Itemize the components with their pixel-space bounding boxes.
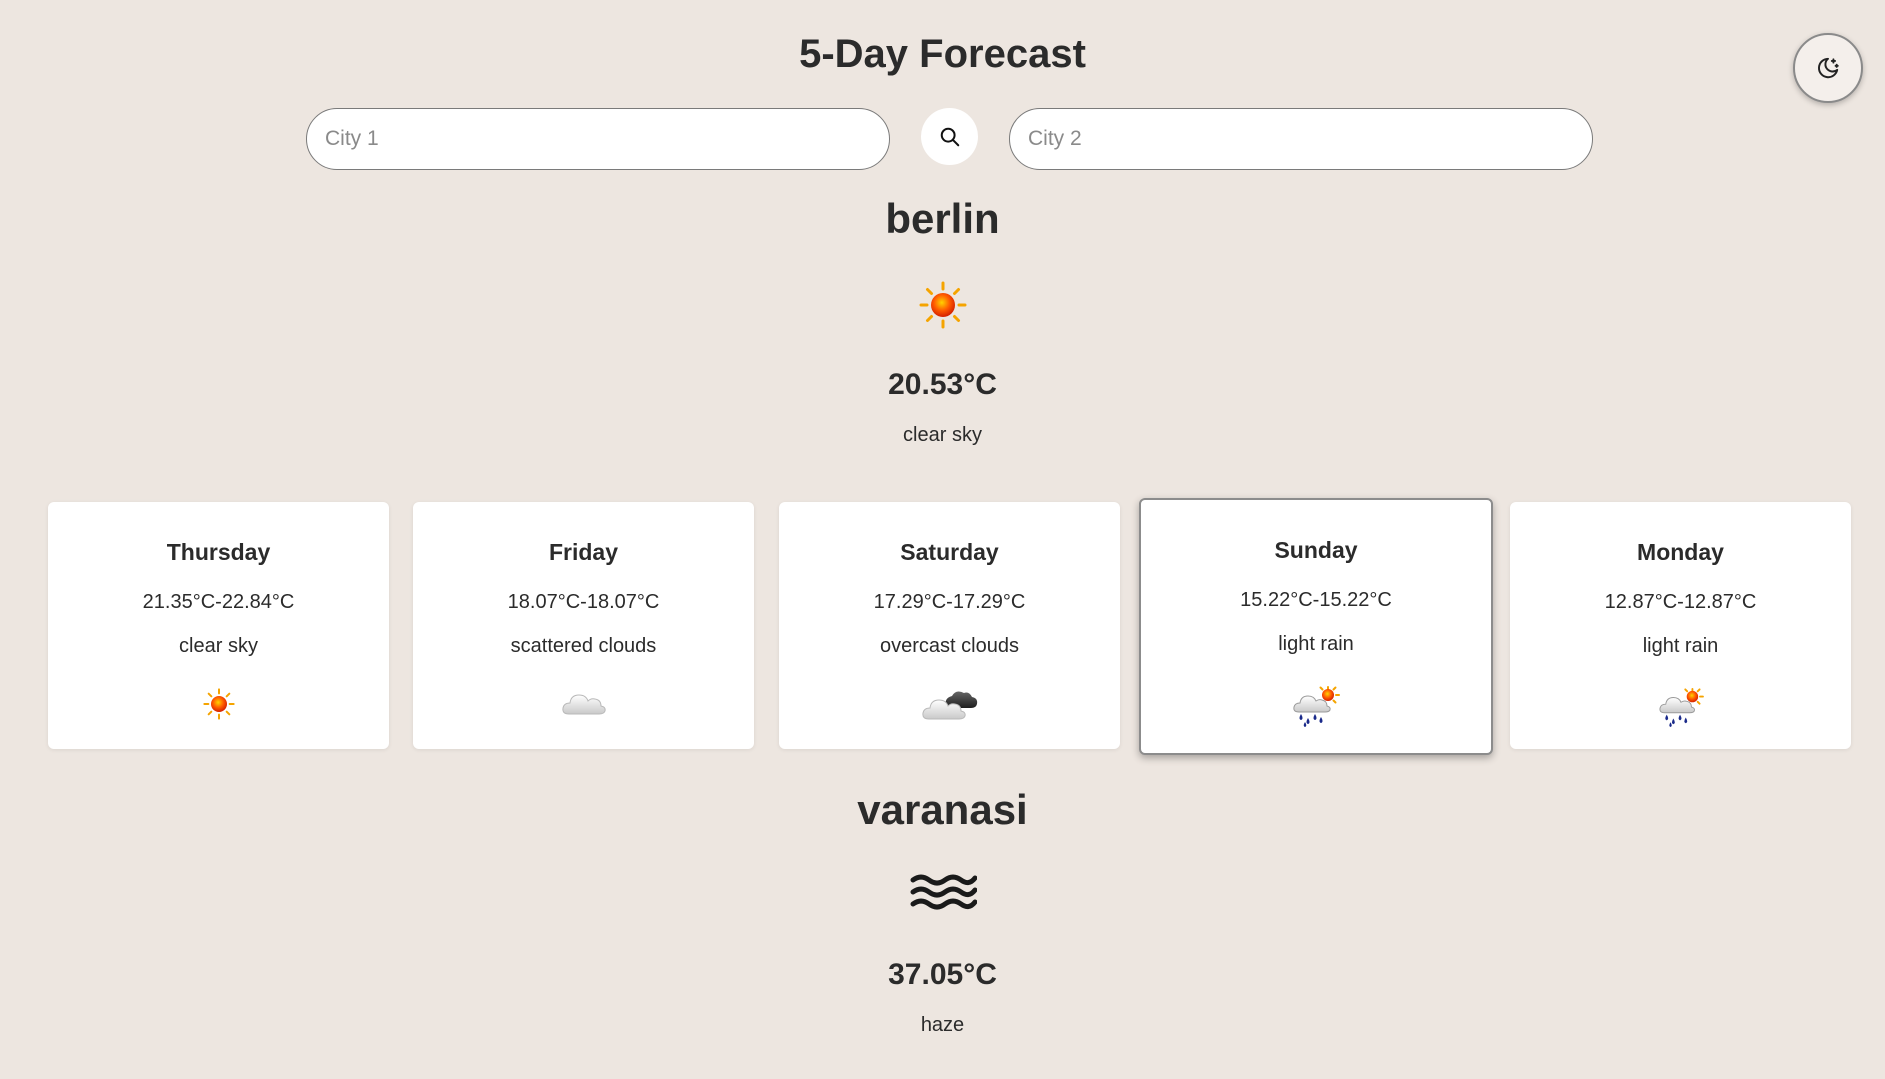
forecast-card-thursday[interactable]: Thursday 21.35°C-22.84°C clear sky xyxy=(48,502,389,749)
day-name: Sunday xyxy=(1274,537,1358,563)
city-name: varanasi xyxy=(857,786,1028,833)
day-description: overcast clouds xyxy=(880,635,1019,657)
day-name: Friday xyxy=(548,539,619,565)
day-temperature-range: 21.35°C-22.84°C xyxy=(142,591,295,613)
moon-stars-icon xyxy=(1818,57,1839,79)
current-temperature: 37.05°C xyxy=(888,958,997,991)
day-description: light rain xyxy=(1642,635,1719,657)
current-temperature: 20.53°C xyxy=(888,368,997,401)
day-temperature-range: 12.87°C-12.87°C xyxy=(1604,591,1757,613)
day-description: clear sky xyxy=(179,635,258,657)
overcast-clouds-icon xyxy=(921,691,977,720)
day-name: Saturday xyxy=(900,539,999,565)
day-name: Thursday xyxy=(166,539,271,565)
haze-icon xyxy=(910,874,977,910)
city2-input[interactable] xyxy=(1009,108,1593,170)
forecast-card-saturday[interactable]: Saturday 17.29°C-17.29°C overcast clouds xyxy=(779,502,1120,749)
day-name: Monday xyxy=(1637,539,1724,565)
day-description: scattered clouds xyxy=(510,635,657,657)
sun-icon xyxy=(202,688,235,720)
sun-icon xyxy=(919,281,966,329)
day-temperature-range: 17.29°C-17.29°C xyxy=(873,591,1026,613)
city-weather-varanasi: varanasi 37.05°C haze xyxy=(0,786,1885,1037)
rain-sun-icon xyxy=(1658,688,1704,728)
rain-sun-icon xyxy=(1293,686,1340,727)
city-weather-berlin: berlin 20.53°C clear sky xyxy=(0,195,1885,447)
city1-input[interactable] xyxy=(306,108,890,170)
forecast-card-sunday[interactable]: Sunday 15.22°C-15.22°C light rain xyxy=(1139,498,1493,755)
forecast-card-monday[interactable]: Monday 12.87°C-12.87°C light rain xyxy=(1510,502,1851,749)
day-description: light rain xyxy=(1278,633,1354,655)
search-bar xyxy=(0,108,1885,170)
page-title: 5-Day Forecast xyxy=(799,32,1086,76)
forecast-card-friday[interactable]: Friday 18.07°C-18.07°C scattered clouds xyxy=(413,502,754,749)
current-description: clear sky xyxy=(903,424,982,446)
day-temperature-range: 18.07°C-18.07°C xyxy=(507,591,660,613)
current-description: haze xyxy=(920,1014,965,1036)
search-button[interactable] xyxy=(921,108,978,165)
theme-toggle-button[interactable] xyxy=(1793,33,1863,103)
cloud-icon xyxy=(561,694,606,715)
forecast-list: Thursday 21.35°C-22.84°C clear sky Frida… xyxy=(0,498,1885,760)
day-temperature-range: 15.22°C-15.22°C xyxy=(1240,589,1392,611)
search-icon xyxy=(940,127,959,146)
city-name: berlin xyxy=(885,195,1000,242)
